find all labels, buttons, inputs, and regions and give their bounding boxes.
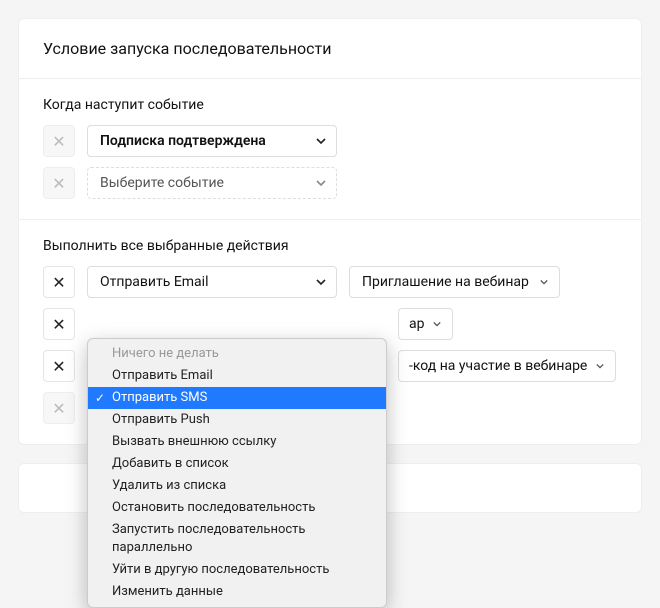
close-icon: ✕ — [52, 315, 65, 334]
remove-action-button[interactable]: ✕ — [43, 350, 75, 382]
close-icon: ✕ — [52, 273, 65, 292]
event-row-placeholder: ✕ Выберите событие — [43, 167, 617, 199]
action-param-select-partial[interactable]: -код на участие в вебинаре — [398, 350, 616, 382]
chevron-down-icon — [430, 317, 444, 331]
event-row: ✕ Подписка подтверждена — [43, 125, 617, 157]
actions-section: Выполнить все выбранные действия ✕ Отпра… — [19, 220, 641, 444]
remove-action-button[interactable]: ✕ — [43, 308, 75, 340]
event-select[interactable]: Подписка подтверждена — [87, 125, 337, 157]
action-select-value: Отправить Email — [100, 274, 208, 290]
remove-event-button[interactable]: ✕ — [43, 167, 75, 199]
remove-action-button[interactable]: ✕ — [43, 266, 75, 298]
close-icon: ✕ — [52, 357, 65, 376]
dropdown-item[interactable]: Отправить Email — [88, 365, 386, 387]
events-section: Когда наступит событие ✕ Подписка подтве… — [19, 79, 641, 220]
action-param-select-partial[interactable]: ар — [398, 308, 453, 340]
dropdown-item[interactable]: Вызвать внешнюю ссылку — [88, 431, 386, 453]
chevron-down-icon — [537, 275, 551, 289]
actions-heading: Выполнить все выбранные действия — [43, 238, 617, 254]
event-select-placeholder[interactable]: Выберите событие — [87, 167, 337, 199]
dropdown-item[interactable]: Уйти в другую последовательность — [88, 559, 386, 581]
panel-title: Условие запуска последовательности — [19, 19, 641, 79]
dropdown-item[interactable]: Запустить последовательность параллельно — [88, 519, 386, 559]
dropdown-item[interactable]: Остановить последовательность — [88, 497, 386, 519]
event-select-placeholder-label: Выберите событие — [100, 175, 224, 191]
action-dropdown[interactable]: Ничего не делатьОтправить EmailОтправить… — [87, 338, 387, 608]
dropdown-item[interactable]: Добавить в список — [88, 453, 386, 475]
action-select[interactable]: Отправить Email — [87, 266, 337, 298]
chevron-down-icon — [314, 275, 328, 289]
sequence-trigger-panel: Условие запуска последовательности Когда… — [18, 18, 642, 445]
events-heading: Когда наступит событие — [43, 97, 617, 113]
event-select-value: Подписка подтверждена — [100, 133, 266, 149]
chevron-down-icon — [314, 134, 328, 148]
dropdown-item[interactable]: Отправить SMS — [88, 387, 386, 409]
close-icon: ✕ — [52, 132, 65, 151]
action-row: ✕ ар Ничего не делатьОтправить EmailОтпр… — [43, 308, 617, 340]
dropdown-item[interactable]: Изменить данные — [88, 581, 386, 603]
dropdown-item[interactable]: Отправить Push — [88, 409, 386, 431]
dropdown-item[interactable]: Удалить из списка — [88, 475, 386, 497]
chevron-down-icon — [593, 359, 607, 373]
action-param-tail: ар — [409, 316, 424, 332]
remove-action-button[interactable]: ✕ — [43, 392, 75, 424]
chevron-down-icon — [314, 176, 328, 190]
action-param-tail: -код на участие в вебинаре — [409, 358, 587, 374]
action-param-select[interactable]: Приглашение на вебинар — [349, 266, 560, 298]
close-icon: ✕ — [52, 399, 65, 418]
action-param-value: Приглашение на вебинар — [362, 274, 529, 290]
close-icon: ✕ — [52, 174, 65, 193]
action-row: ✕ Отправить Email Приглашение на вебинар — [43, 266, 617, 298]
remove-event-button[interactable]: ✕ — [43, 125, 75, 157]
dropdown-item[interactable]: Ничего не делать — [88, 343, 386, 365]
